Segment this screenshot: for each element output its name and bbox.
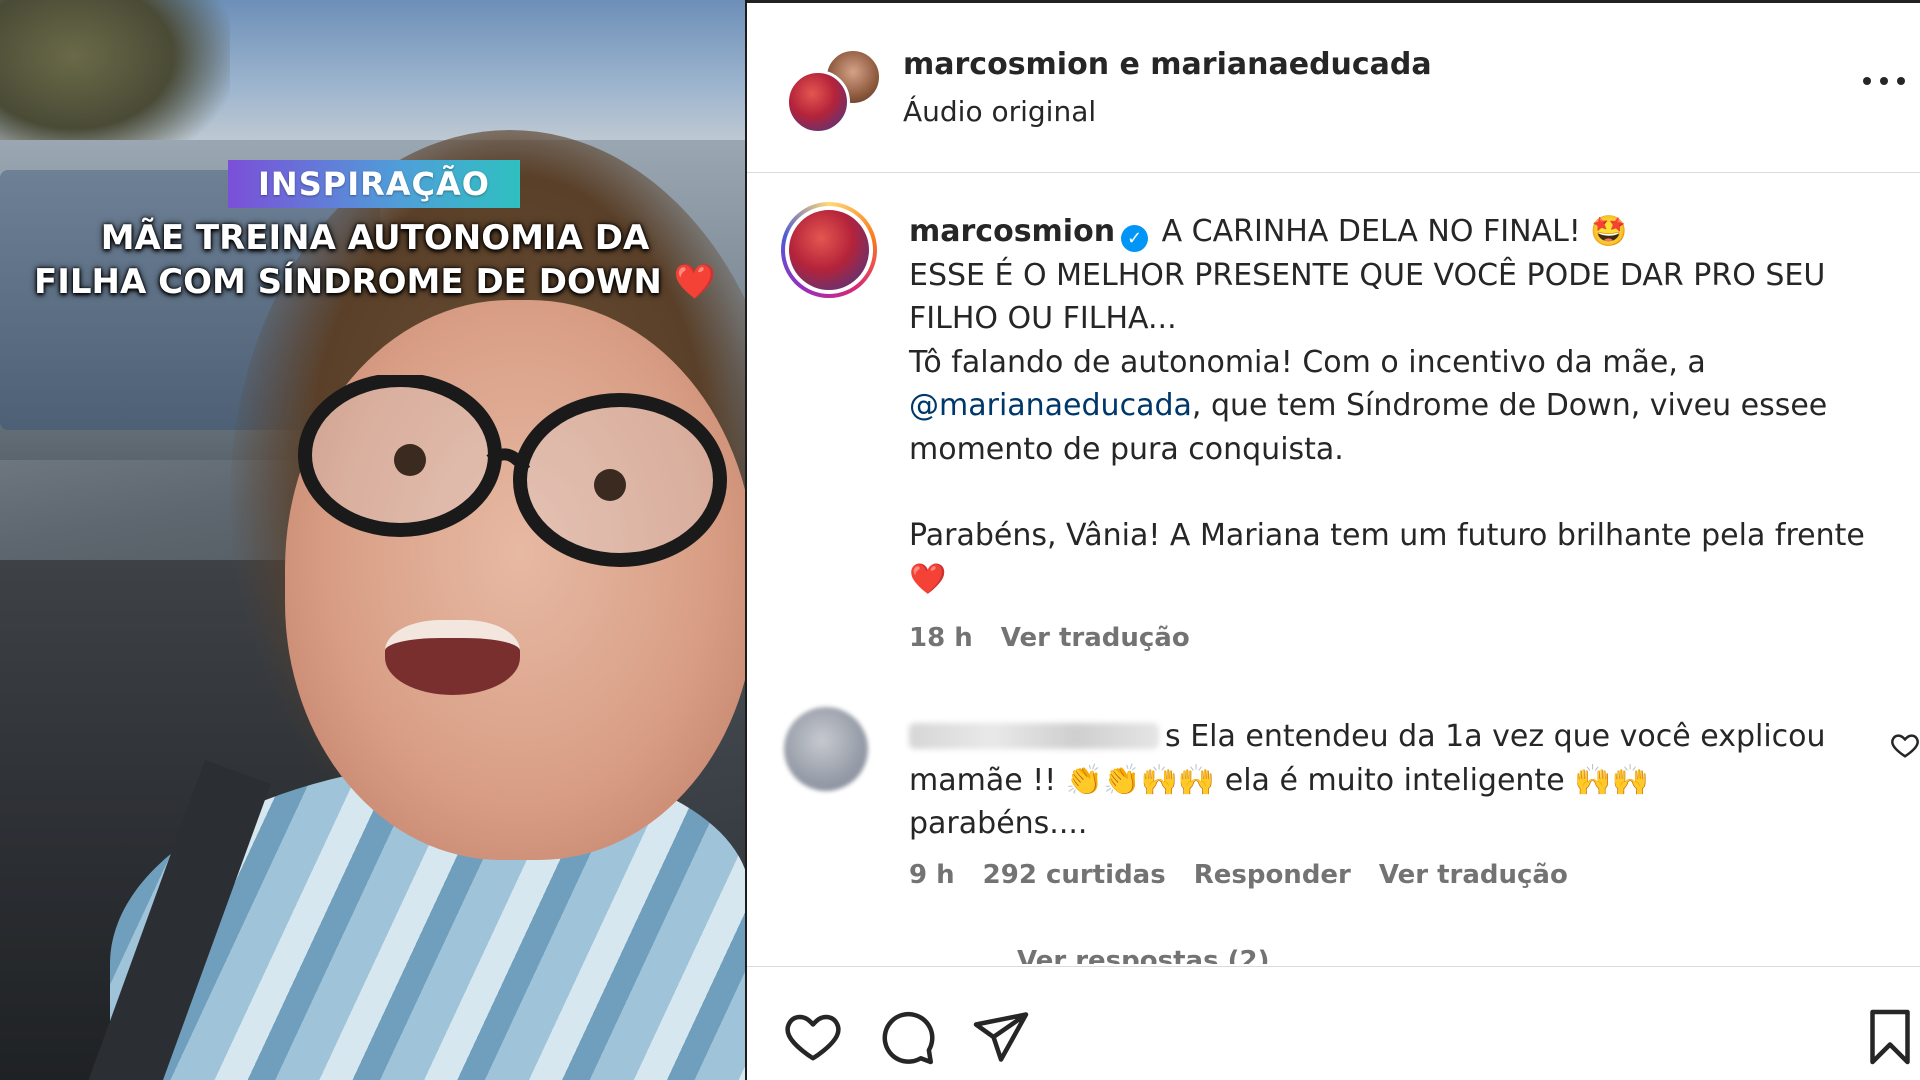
comment-body-line1: Ela entendeu da 1a vez que você explicou <box>1190 719 1826 754</box>
heart-icon[interactable] <box>783 1007 843 1067</box>
post-caption: marcosmion ✓ A CARINHA DELA NO FINAL! 🤩 E… <box>747 175 1920 675</box>
post-panel: marcosmion e marianaeducada Áudio origin… <box>747 0 1920 1080</box>
view-replies-button[interactable]: Ver respostas (2) <box>1017 948 1269 964</box>
collab-avatars[interactable] <box>784 48 882 138</box>
mention-link[interactable]: @marianaeducada <box>909 388 1192 423</box>
caption-line6: momento de pura conquista. <box>909 431 1344 467</box>
caption-line3: FILHO OU FILHA... <box>909 301 1177 336</box>
avatar-marcosmion[interactable] <box>786 70 850 134</box>
more-dot <box>1863 77 1871 85</box>
caption-username[interactable]: marcosmion <box>909 214 1115 249</box>
video-headline-heart: ❤️ <box>673 262 717 302</box>
video-headline-line2: FILHA COM SÍNDROME DE DOWN <box>33 262 662 302</box>
comment-text: s Ela entendeu da 1a vez que você explic… <box>909 715 1869 846</box>
caption-line5: @marianaeducada, que tem Síndrome de Dow… <box>909 384 1869 428</box>
comment-reply-button[interactable]: Responder <box>1194 860 1351 890</box>
caption-heart-emoji: ❤️ <box>909 561 947 597</box>
comment-meta: 9 h 292 curtidas Responder Ver tradução <box>909 860 1568 890</box>
send-icon[interactable] <box>971 1007 1031 1067</box>
comment-time[interactable]: 9 h <box>909 860 955 890</box>
caption-meta: 18 h Ver tradução <box>909 623 1190 653</box>
commenter-avatar[interactable] <box>784 707 868 791</box>
audio-link[interactable]: Áudio original <box>903 95 1096 128</box>
caption-line1: A CARINHA DELA NO FINAL! 🤩 <box>1161 214 1628 249</box>
more-horizontal-icon[interactable] <box>1863 75 1905 87</box>
caption-time[interactable]: 18 h <box>909 623 973 653</box>
comment-translate-link[interactable]: Ver tradução <box>1379 860 1568 890</box>
caption-translate-link[interactable]: Ver tradução <box>1001 623 1190 653</box>
video-player[interactable]: INSPIRAÇÃO MÃE TREINA AUTONOMIA DA FILHA… <box>0 0 745 1080</box>
caption-line2: ESSE É O MELHOR PRESENTE QUE VOCÊ PODE D… <box>909 257 1826 293</box>
comment-like-heart-icon[interactable] <box>1890 730 1920 760</box>
more-dot <box>1897 77 1905 85</box>
caption-line4: Tô falando de autonomia! Com o incentivo… <box>909 344 1706 380</box>
comment-body-line3: parabéns.... <box>909 806 1088 841</box>
caption-line7: Parabéns, Vânia! A Mariana tem um futuro… <box>909 518 1865 553</box>
comment-likes[interactable]: 292 curtidas <box>983 860 1166 890</box>
caption-first-line: marcosmion ✓ A CARINHA DELA NO FINAL! 🤩 <box>909 210 1869 254</box>
caption-avatar[interactable] <box>781 202 877 298</box>
caption-avatar-image <box>785 206 873 294</box>
bookmark-icon[interactable] <box>1860 1007 1920 1067</box>
view-replies-label: Ver respostas (2) <box>1017 948 1270 964</box>
comment-item: s Ela entendeu da 1a vez que você explic… <box>747 700 1920 964</box>
commenter-username-blurred[interactable] <box>909 723 1159 749</box>
more-dot <box>1880 77 1888 85</box>
video-headline-line1: MÃE TREINA AUTONOMIA DA <box>100 218 650 258</box>
post-header: marcosmion e marianaeducada Áudio origin… <box>747 3 1920 173</box>
video-headline: MÃE TREINA AUTONOMIA DA FILHA COM SÍNDRO… <box>30 216 720 304</box>
video-badge: INSPIRAÇÃO <box>228 160 520 208</box>
instagram-post-view: INSPIRAÇÃO MÃE TREINA AUTONOMIA DA FILHA… <box>0 0 1920 1080</box>
verified-badge-icon: ✓ <box>1121 225 1149 252</box>
post-authors[interactable]: marcosmion e marianaeducada <box>903 47 1432 82</box>
video-mouth <box>385 620 520 695</box>
comment-icon[interactable] <box>877 1007 937 1067</box>
comment-body-line2: mamãe !! 👏👏🙌🙌 ela é muito inteligente 🙌🙌 <box>909 762 1649 798</box>
commenter-username-suffix[interactable]: s <box>1165 719 1181 754</box>
comment-line1: s Ela entendeu da 1a vez que você explic… <box>909 715 1869 759</box>
caption-text: marcosmion ✓ A CARINHA DELA NO FINAL! 🤩 E… <box>909 210 1869 601</box>
caption-line5-rest: , que tem Síndrome de Down, viveu essee <box>1191 388 1828 423</box>
video-glasses <box>298 375 727 567</box>
action-bar <box>747 966 1920 1080</box>
